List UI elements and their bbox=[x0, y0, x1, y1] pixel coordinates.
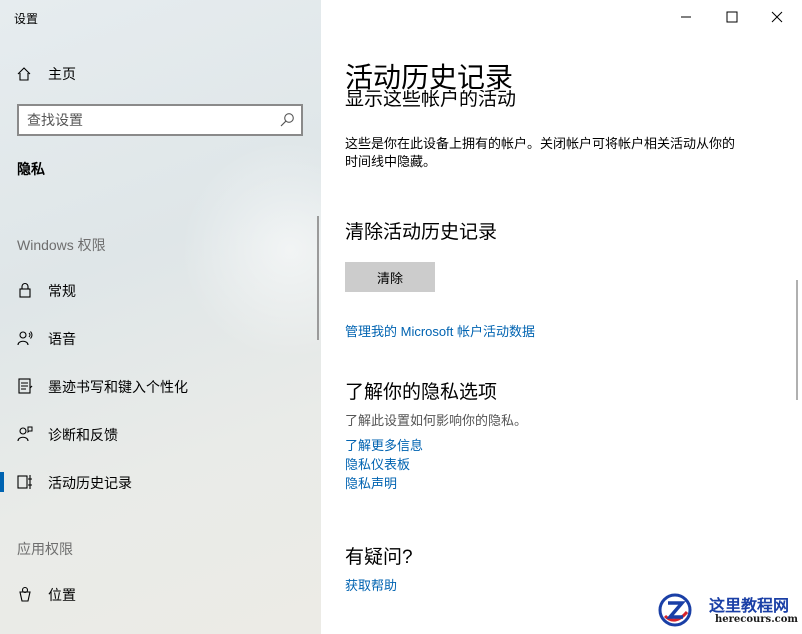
sidebar-item-location[interactable]: 位置 bbox=[0, 577, 321, 611]
search-box[interactable] bbox=[17, 104, 303, 136]
sidebar-item-label: 诊断和反馈 bbox=[48, 427, 118, 443]
get-help-link[interactable]: 获取帮助 bbox=[345, 575, 397, 594]
section-title: 隐私 bbox=[17, 161, 45, 177]
close-icon[interactable] bbox=[762, 6, 792, 28]
selected-indicator bbox=[0, 472, 4, 492]
sidebar-scrollbar[interactable] bbox=[317, 216, 319, 340]
accounts-heading-clip: 显示这些帐户的活动 bbox=[345, 90, 785, 108]
maximize-icon[interactable] bbox=[717, 6, 747, 28]
speech-icon bbox=[17, 331, 33, 346]
accounts-description-line: 时间线中隐藏。 bbox=[345, 154, 437, 169]
location-icon bbox=[19, 586, 31, 602]
sidebar-item-inking[interactable]: 墨迹书写和键入个性化 bbox=[0, 369, 321, 403]
content-pane: 活动历史记录 显示这些帐户的活动 这些是你在此设备上拥有的帐户。关闭帐户可将帐户… bbox=[321, 0, 802, 634]
sidebar-item-label: 常规 bbox=[48, 283, 76, 299]
content-scrollbar[interactable] bbox=[796, 280, 798, 400]
sidebar-item-general[interactable]: 常规 bbox=[0, 273, 321, 307]
search-input[interactable] bbox=[27, 111, 267, 129]
sidebar-item-diagnostics[interactable]: 诊断和反馈 bbox=[0, 417, 321, 451]
feedback-icon bbox=[17, 426, 33, 442]
sidebar-item-label: 位置 bbox=[48, 587, 76, 603]
sidebar-item-activity-history[interactable]: 活动历史记录 bbox=[0, 465, 321, 499]
sidebar-item-speech[interactable]: 语音 bbox=[0, 321, 321, 355]
watermark-url: herecours.com bbox=[715, 614, 799, 625]
sidebar: 设置 主页 隐私 Windows 权限 常规 语音 bbox=[0, 0, 321, 634]
watermark-title: 这里教程网 bbox=[709, 596, 790, 615]
sidebar-item-label: 墨迹书写和键入个性化 bbox=[48, 379, 188, 395]
privacy-heading: 了解你的隐私选项 bbox=[345, 382, 498, 403]
group-label-app: 应用权限 bbox=[17, 541, 73, 557]
minimize-icon[interactable] bbox=[671, 6, 701, 28]
sidebar-item-label: 语音 bbox=[48, 331, 76, 347]
question-heading: 有疑问? bbox=[345, 547, 413, 568]
timeline-icon bbox=[17, 475, 32, 489]
home-icon bbox=[17, 67, 31, 81]
manage-account-link[interactable]: 管理我的 Microsoft 帐户活动数据 bbox=[345, 321, 535, 340]
lock-icon bbox=[19, 283, 31, 298]
privacy-statement-link[interactable]: 隐私声明 bbox=[345, 473, 397, 492]
accounts-heading: 显示这些帐户的活动 bbox=[345, 90, 517, 108]
inking-icon bbox=[18, 378, 33, 394]
learn-more-link[interactable]: 了解更多信息 bbox=[345, 435, 423, 454]
clear-history-heading: 清除活动历史记录 bbox=[345, 222, 498, 243]
accounts-description-line: 这些是你在此设备上拥有的帐户。关闭帐户可将帐户相关活动从你的 bbox=[345, 136, 736, 151]
search-icon[interactable] bbox=[279, 112, 295, 128]
window-title: 设置 bbox=[14, 12, 39, 26]
sidebar-item-label: 活动历史记录 bbox=[48, 475, 132, 491]
privacy-dashboard-link[interactable]: 隐私仪表板 bbox=[345, 454, 410, 473]
privacy-description: 了解此设置如何影响你的隐私。 bbox=[345, 413, 528, 428]
group-label-windows: Windows 权限 bbox=[17, 237, 106, 253]
accounts-description: 这些是你在此设备上拥有的帐户。关闭帐户可将帐户相关活动从你的 时间线中隐藏。 bbox=[345, 135, 735, 171]
clear-button[interactable]: 清除 bbox=[345, 262, 435, 292]
watermark: 这里教程网 herecours.com bbox=[651, 590, 801, 632]
home-nav-item[interactable]: 主页 bbox=[16, 64, 76, 84]
watermark-logo-icon bbox=[658, 593, 692, 627]
home-label: 主页 bbox=[48, 66, 76, 82]
